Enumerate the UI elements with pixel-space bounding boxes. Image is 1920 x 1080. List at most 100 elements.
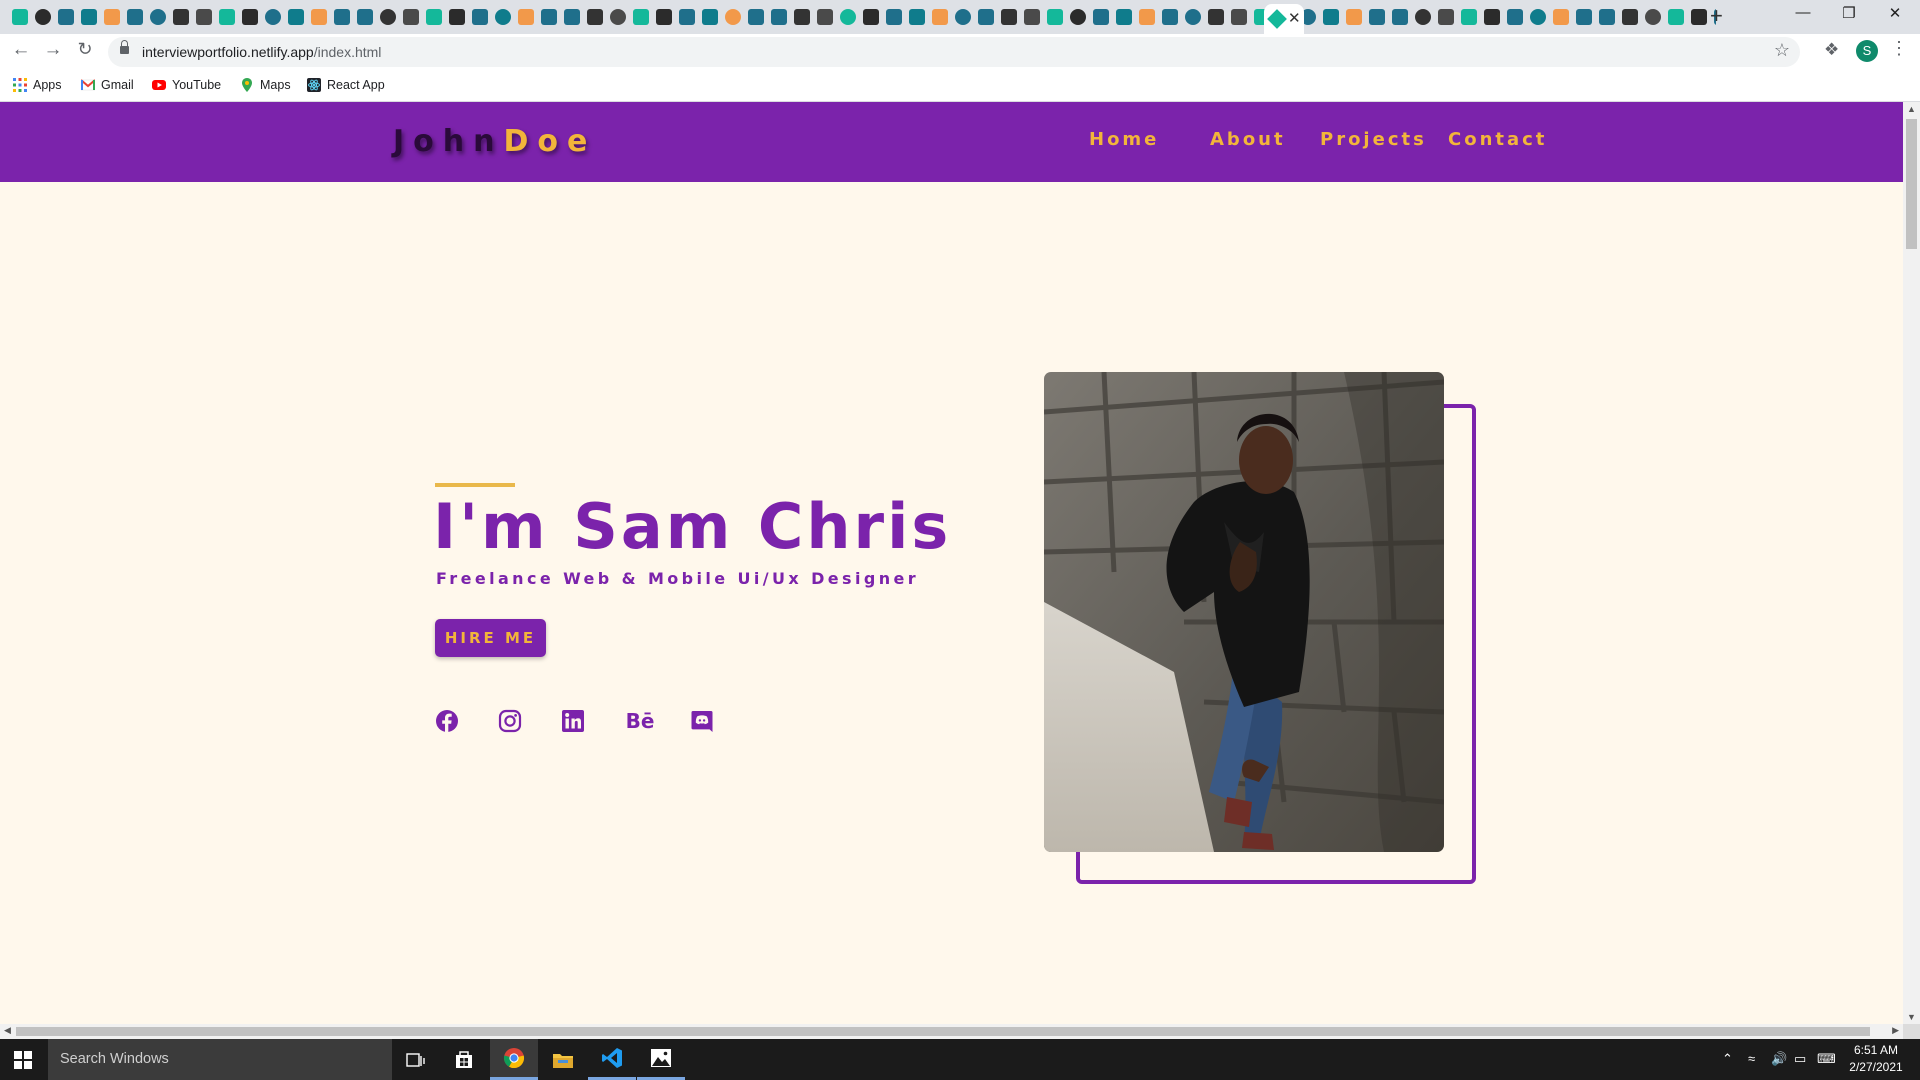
chrome-taskbar-icon[interactable] (490, 1039, 538, 1080)
instagram-link[interactable] (497, 708, 523, 734)
tab-favicon-icon[interactable] (310, 9, 327, 25)
tab-favicon-icon[interactable] (264, 9, 281, 25)
tab-favicon-icon[interactable] (793, 9, 810, 25)
tab-favicon-icon[interactable] (241, 9, 258, 25)
tab-favicon-icon[interactable] (494, 9, 511, 25)
restore-button[interactable]: ❐ (1826, 4, 1872, 22)
tab-favicon-icon[interactable] (80, 9, 97, 25)
site-logo[interactable]: JohnDoe (393, 124, 596, 159)
nav-link-home[interactable]: Home (1089, 129, 1159, 150)
pinned-tab-favicons[interactable] (8, 7, 1716, 27)
tab-favicon-icon[interactable] (701, 9, 718, 25)
tab-favicon-icon[interactable] (517, 9, 534, 25)
vertical-scrollbar[interactable]: ▲ ▼ (1903, 102, 1920, 1024)
tab-favicon-icon[interactable] (839, 9, 856, 25)
tab-favicon-icon[interactable] (1046, 9, 1063, 25)
nav-link-about[interactable]: About (1210, 129, 1286, 150)
tab-favicon-icon[interactable] (287, 9, 304, 25)
volume-icon[interactable]: 🔊 (1771, 1051, 1787, 1067)
behance-link[interactable]: Bē (625, 708, 655, 734)
tab-favicon-icon[interactable] (1483, 9, 1500, 25)
tab-favicon-icon[interactable] (770, 9, 787, 25)
tab-favicon-icon[interactable] (540, 9, 557, 25)
tab-favicon-icon[interactable] (126, 9, 143, 25)
tab-favicon-icon[interactable] (1598, 9, 1615, 25)
tab-favicon-icon[interactable] (1115, 9, 1132, 25)
discord-link[interactable] (689, 708, 715, 734)
windows-start-icon[interactable] (14, 1051, 32, 1069)
tab-favicon-icon[interactable] (1391, 9, 1408, 25)
nav-link-contact[interactable]: Contact (1448, 129, 1547, 150)
bookmark-apps[interactable]: Apps (13, 78, 62, 92)
tab-favicon-icon[interactable] (1000, 9, 1017, 25)
tab-favicon-icon[interactable] (1161, 9, 1178, 25)
taskbar-search-box[interactable]: Search Windows (48, 1039, 392, 1080)
tab-favicon-icon[interactable] (1690, 9, 1707, 25)
facebook-link[interactable] (434, 708, 460, 734)
back-arrow-icon[interactable]: ← (8, 39, 34, 61)
tab-favicon-icon[interactable] (34, 9, 51, 25)
new-tab-button[interactable]: + (1710, 3, 1723, 29)
bookmark-react-app[interactable]: React App (307, 78, 385, 92)
tab-favicon-icon[interactable] (149, 9, 166, 25)
nav-link-projects[interactable]: Projects (1320, 129, 1427, 150)
tray-chevron-icon[interactable]: ⌃ (1722, 1051, 1733, 1067)
tab-favicon-icon[interactable] (655, 9, 672, 25)
minimize-button[interactable]: — (1780, 4, 1826, 21)
tab-favicon-icon[interactable] (1207, 9, 1224, 25)
tab-favicon-icon[interactable] (356, 9, 373, 25)
tab-favicon-icon[interactable] (333, 9, 350, 25)
tab-favicon-icon[interactable] (885, 9, 902, 25)
tab-favicon-icon[interactable] (1644, 9, 1661, 25)
tab-favicon-icon[interactable] (1322, 9, 1339, 25)
bookmark-maps[interactable]: Maps (240, 78, 291, 92)
tab-favicon-icon[interactable] (1345, 9, 1362, 25)
tab-favicon-icon[interactable] (1552, 9, 1569, 25)
store-icon[interactable] (440, 1039, 488, 1080)
tab-favicon-icon[interactable] (678, 9, 695, 25)
tab-favicon-icon[interactable] (1621, 9, 1638, 25)
tab-favicon-icon[interactable] (402, 9, 419, 25)
tab-favicon-icon[interactable] (425, 9, 442, 25)
reload-icon[interactable]: ↻ (72, 39, 98, 60)
hire-me-button[interactable]: HIRE ME (435, 619, 546, 657)
file-explorer-icon[interactable] (539, 1039, 587, 1080)
tab-favicon-icon[interactable] (218, 9, 235, 25)
active-tab[interactable]: ✕ (1264, 4, 1304, 34)
tab-favicon-icon[interactable] (379, 9, 396, 25)
tab-favicon-icon[interactable] (586, 9, 603, 25)
tab-favicon-icon[interactable] (11, 9, 28, 25)
notification-icon[interactable]: ▭ (1794, 1051, 1806, 1067)
tab-favicon-icon[interactable] (563, 9, 580, 25)
tab-favicon-icon[interactable] (816, 9, 833, 25)
tab-favicon-icon[interactable] (609, 9, 626, 25)
tab-favicon-icon[interactable] (1069, 9, 1086, 25)
tab-favicon-icon[interactable] (195, 9, 212, 25)
tab-favicon-icon[interactable] (103, 9, 120, 25)
close-window-button[interactable]: ✕ (1872, 4, 1918, 22)
bookmark-gmail[interactable]: Gmail (81, 78, 134, 92)
tab-favicon-icon[interactable] (1092, 9, 1109, 25)
linkedin-link[interactable] (560, 708, 586, 734)
vscode-icon[interactable] (588, 1039, 636, 1080)
profile-avatar[interactable]: S (1856, 40, 1878, 62)
tab-favicon-icon[interactable] (1138, 9, 1155, 25)
tab-favicon-icon[interactable] (1437, 9, 1454, 25)
tab-favicon-icon[interactable] (1230, 9, 1247, 25)
tab-favicon-icon[interactable] (908, 9, 925, 25)
tab-favicon-icon[interactable] (1667, 9, 1684, 25)
tab-favicon-icon[interactable] (931, 9, 948, 25)
address-bar[interactable]: interviewportfolio.netlify.app/index.htm… (108, 37, 1800, 67)
tab-favicon-icon[interactable] (977, 9, 994, 25)
task-view-icon[interactable] (392, 1039, 440, 1080)
tab-favicon-icon[interactable] (1460, 9, 1477, 25)
tab-favicon-icon[interactable] (1414, 9, 1431, 25)
extensions-puzzle-icon[interactable]: ❖ (1824, 40, 1839, 60)
horizontal-scrollbar[interactable]: ◀ ▶ (0, 1024, 1903, 1039)
tab-favicon-icon[interactable] (1184, 9, 1201, 25)
forward-arrow-icon[interactable]: → (40, 39, 66, 61)
tab-favicon-icon[interactable] (1506, 9, 1523, 25)
chrome-menu-icon[interactable]: ⋮ (1890, 38, 1908, 59)
photos-icon[interactable] (637, 1039, 685, 1080)
tab-favicon-icon[interactable] (862, 9, 879, 25)
